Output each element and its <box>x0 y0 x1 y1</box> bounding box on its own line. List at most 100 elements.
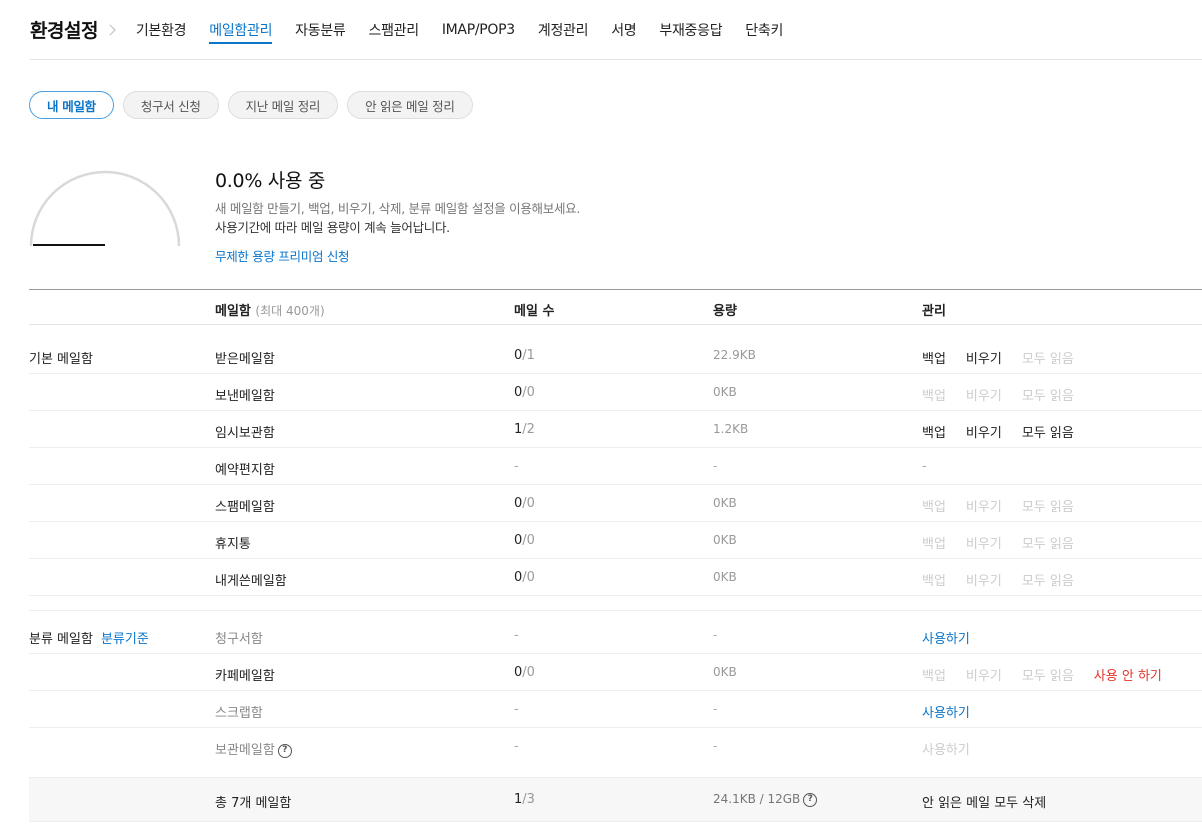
mail-size: - <box>713 628 718 642</box>
nav-spam[interactable]: 스팸관리 <box>368 20 419 40</box>
mail-count: 0/1 <box>514 348 535 363</box>
manage-actions: 백업 비우기 모두 읽음 <box>922 348 1074 367</box>
mail-size: - <box>713 459 718 473</box>
manage-actions: 백업 비우기 모두 읽음 사용 안 하기 <box>922 665 1162 684</box>
nav-shortcuts[interactable]: 단축키 <box>745 20 783 40</box>
mailbox-name[interactable]: 카페메일함 <box>215 665 275 684</box>
disable-button[interactable]: 사용 안 하기 <box>1094 665 1162 684</box>
mail-size: 0KB <box>713 665 737 679</box>
tab-bill-request[interactable]: 청구서 신청 <box>122 91 219 119</box>
read-all-button: 모두 읽음 <box>1021 389 1074 404</box>
read-all-button: 모두 읽음 <box>1021 537 1074 552</box>
mail-count: 0/0 <box>514 385 535 400</box>
nav-mailbox-management[interactable]: 메일함관리 <box>209 20 272 44</box>
nav-auto-sort[interactable]: 자동분류 <box>295 20 346 40</box>
table-row: 보낸메일함 0/0 0KB 백업 비우기 모두 읽음 <box>29 374 1202 411</box>
nav-basic-settings[interactable]: 기본환경 <box>136 20 187 40</box>
table-row: 보관메일함? - - 사용하기 <box>29 728 1202 765</box>
table-row: 임시보관함 1/2 1.2KB 백업 비우기 모두 읽음 <box>29 411 1202 448</box>
mail-size: 0KB <box>713 533 737 547</box>
mail-size: 22.9KB <box>713 348 756 362</box>
mailbox-name: 청구서함 <box>215 632 263 647</box>
total-count: 1/3 <box>514 792 535 807</box>
tab-unread-cleanup[interactable]: 안 읽은 메일 정리 <box>347 91 473 119</box>
manage-actions: 사용하기 <box>922 702 970 721</box>
read-all-button: 모두 읽음 <box>1021 669 1074 684</box>
manage-actions: 사용하기 <box>922 739 970 758</box>
empty-button[interactable]: 비우기 <box>966 422 1002 441</box>
mailbox-name[interactable]: 보낸메일함 <box>215 385 275 404</box>
mailbox-name[interactable]: 내게쓴메일함 <box>215 570 287 589</box>
mail-count: 0/0 <box>514 496 535 511</box>
mail-size: 0KB <box>713 570 737 584</box>
backup-button: 백업 <box>922 389 946 404</box>
mailbox-name[interactable]: 스팸메일함 <box>215 496 275 515</box>
table-row: 휴지통 0/0 0KB 백업 비우기 모두 읽음 <box>29 522 1202 559</box>
read-all-button: 모두 읽음 <box>1021 352 1074 367</box>
empty-button: 비우기 <box>965 669 1002 684</box>
mail-size: 0KB <box>713 496 737 510</box>
header-mailbox: 메일함 (최대 400개) <box>215 304 325 319</box>
mailbox-name[interactable]: 임시보관함 <box>215 422 275 441</box>
premium-link[interactable]: 무제한 용량 프리미엄 신청 <box>215 246 350 265</box>
empty-button: 비우기 <box>965 389 1002 404</box>
backup-button[interactable]: 백업 <box>922 348 946 367</box>
empty-button: 비우기 <box>965 537 1002 552</box>
group-basic-label: 기본 메일함 <box>29 352 93 367</box>
mail-count: 0/0 <box>514 570 535 585</box>
backup-button[interactable]: 백업 <box>922 422 946 441</box>
table-row: 스팸메일함 0/0 0KB 백업 비우기 모두 읽음 <box>29 485 1202 522</box>
manage-actions: 백업 비우기 모두 읽음 <box>922 570 1074 589</box>
usage-description: 새 메일함 만들기, 백업, 비우기, 삭제, 분류 메일함 설정을 이용해보세… <box>215 199 580 237</box>
enable-button[interactable]: 사용하기 <box>922 628 970 647</box>
mailbox-name[interactable]: 휴지통 <box>215 533 251 552</box>
nav-auto-reply[interactable]: 부재중응답 <box>659 20 722 40</box>
enable-button[interactable]: 사용하기 <box>922 702 970 721</box>
mail-count: - <box>514 628 519 643</box>
nav-signature[interactable]: 서명 <box>611 20 636 40</box>
mail-size: 1.2KB <box>713 422 749 436</box>
manage-actions: 백업 비우기 모두 읽음 <box>922 533 1074 552</box>
nav-imap-pop3[interactable]: IMAP/POP3 <box>442 22 515 38</box>
manage-actions: 백업 비우기 모두 읽음 <box>922 385 1074 404</box>
mail-count: - <box>514 702 519 717</box>
empty-button: 비우기 <box>965 574 1002 589</box>
nav-account[interactable]: 계정관리 <box>538 20 589 40</box>
backup-button: 백업 <box>922 574 946 589</box>
mail-count: 1/2 <box>514 422 535 437</box>
header-count: 메일 수 <box>514 304 555 319</box>
empty-button: 비우기 <box>965 500 1002 515</box>
table-row: 스크랩함 - - 사용하기 <box>29 691 1202 728</box>
help-icon[interactable]: ? <box>803 792 818 807</box>
chevron-right-icon <box>104 23 116 36</box>
sub-tabs: 내 메일함 청구서 신청 지난 메일 정리 안 읽은 메일 정리 <box>29 91 473 119</box>
table-header: 메일함 (최대 400개) 메일 수 용량 관리 <box>29 289 1202 325</box>
category-criteria-link[interactable]: 분류기준 <box>101 632 149 647</box>
manage-actions: 사용하기 <box>922 628 970 647</box>
tab-my-mailbox[interactable]: 내 메일함 <box>29 91 114 119</box>
table-row: 분류 메일함 분류기준 청구서함 - - 사용하기 <box>29 617 1202 654</box>
mailbox-name[interactable]: 받은메일함 <box>215 348 275 367</box>
group-category-label: 분류 메일함 분류기준 <box>29 632 149 647</box>
table-row: 예약편지함 - - - <box>29 448 1202 485</box>
manage-actions: 백업 비우기 모두 읽음 <box>922 422 1074 441</box>
usage-percent: 0.0% 사용 중 <box>215 170 326 192</box>
manage-actions: 백업 비우기 모두 읽음 <box>922 496 1074 515</box>
header-size: 용량 <box>713 304 737 319</box>
table-row: 기본 메일함 받은메일함 0/1 22.9KB 백업 비우기 모두 읽음 <box>29 337 1202 374</box>
mailbox-name: 보관메일함? <box>215 739 292 758</box>
header-manage: 관리 <box>922 304 946 319</box>
table-row: 내게쓴메일함 0/0 0KB 백업 비우기 모두 읽음 <box>29 559 1202 596</box>
mailbox-name[interactable]: 예약편지함 <box>215 459 275 478</box>
delete-unread-button[interactable]: 안 읽은 메일 모두 삭제 <box>922 792 1046 811</box>
top-navigation: 환경설정 기본환경 메일함관리 자동분류 스팸관리 IMAP/POP3 계정관리… <box>30 0 1202 60</box>
mail-count: 0/0 <box>514 533 535 548</box>
empty-button[interactable]: 비우기 <box>966 348 1002 367</box>
help-icon[interactable]: ? <box>277 743 292 758</box>
read-all-button[interactable]: 모두 읽음 <box>1022 422 1074 441</box>
usage-gauge <box>29 170 181 247</box>
tab-old-mail-cleanup[interactable]: 지난 메일 정리 <box>227 91 339 119</box>
table-footer: 총 7개 메일함 1/3 24.1KB / 12GB? 안 읽은 메일 모두 삭… <box>29 777 1202 822</box>
table-row: 카페메일함 0/0 0KB 백업 비우기 모두 읽음 사용 안 하기 <box>29 654 1202 691</box>
total-mailboxes: 총 7개 메일함 <box>215 796 292 811</box>
